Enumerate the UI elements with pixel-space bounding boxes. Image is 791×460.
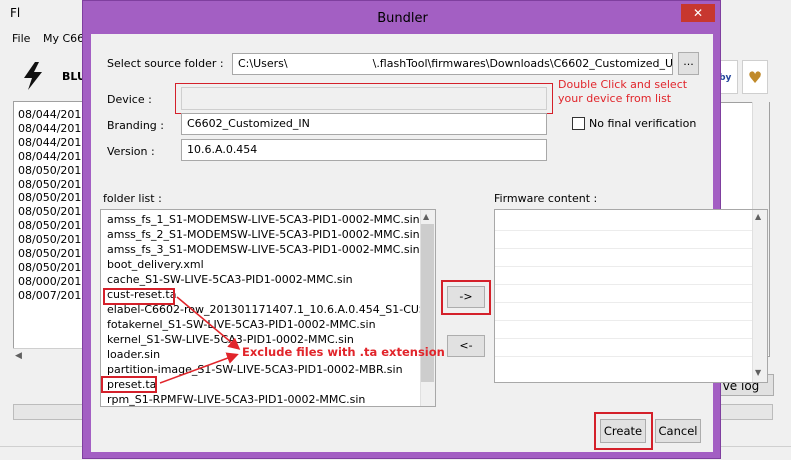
- folder-list-item[interactable]: amss_fs_1_S1-MODEMSW-LIVE-5CA3-PID1-0002…: [107, 213, 420, 227]
- firmware-content-label: Firmware content :: [494, 192, 598, 205]
- version-label: Version :: [107, 145, 155, 158]
- folder-list-item[interactable]: rpm_S1-RPMFW-LIVE-5CA3-PID1-0002-MMC.sin: [107, 393, 365, 406]
- firmware-content-box[interactable]: ▲ ▼: [494, 209, 768, 383]
- folder-list-item[interactable]: loader.sin: [107, 348, 160, 362]
- source-folder-input[interactable]: C:\Users\ \.flashTool\firmwares\Downloads…: [232, 53, 673, 75]
- source-folder-path-start: C:\Users\: [238, 57, 288, 70]
- dialog-title: Bundler: [377, 11, 428, 26]
- cancel-button[interactable]: Cancel: [655, 419, 701, 443]
- folder-list-item[interactable]: elabel-C6602-row_201301171407.1_10.6.A.0…: [107, 303, 435, 317]
- scroll-down-icon[interactable]: ▼: [755, 368, 761, 377]
- preset-highlight-box: [101, 376, 157, 393]
- menu-file[interactable]: File: [12, 32, 30, 45]
- heart-icon[interactable]: ♥: [742, 60, 768, 94]
- source-folder-path-end: \.flashTool\firmwares\Downloads\C6602_Cu…: [372, 57, 673, 70]
- folder-list-item[interactable]: amss_fs_2_S1-MODEMSW-LIVE-5CA3-PID1-0002…: [107, 228, 420, 242]
- cust-reset-highlight-box: [103, 288, 175, 305]
- folder-list-label: folder list :: [103, 192, 162, 205]
- device-label: Device :: [107, 93, 152, 106]
- move-right-highlight-box: [441, 280, 491, 315]
- exclude-annotation: Exclude files with .ta extension: [242, 345, 445, 359]
- no-final-verification-label: No final verification: [589, 117, 697, 130]
- scroll-left-icon[interactable]: ◀: [15, 351, 22, 361]
- folder-list-item[interactable]: partition-image_S1-SW-LIVE-5CA3-PID1-000…: [107, 363, 403, 377]
- version-input[interactable]: 10.6.A.0.454: [181, 139, 547, 161]
- device-highlight-box: [175, 83, 553, 114]
- scroll-up-icon[interactable]: ▲: [755, 212, 761, 221]
- scroll-up-icon[interactable]: ▲: [423, 212, 429, 221]
- folder-list-item[interactable]: amss_fs_3_S1-MODEMSW-LIVE-5CA3-PID1-0002…: [107, 243, 420, 257]
- lightning-icon[interactable]: [22, 62, 44, 90]
- move-left-button[interactable]: <-: [447, 335, 485, 357]
- close-button[interactable]: ✕: [681, 4, 715, 22]
- branding-label: Branding :: [107, 119, 164, 132]
- device-annotation-line1: Double Click and select: [558, 78, 688, 91]
- branding-input[interactable]: C6602_Customized_IN: [181, 113, 547, 135]
- folder-list-item[interactable]: fotakernel_S1-SW-LIVE-5CA3-PID1-0002-MMC…: [107, 318, 376, 332]
- menu-my-device[interactable]: My C66: [43, 32, 84, 45]
- folder-list-item[interactable]: cache_S1-SW-LIVE-5CA3-PID1-0002-MMC.sin: [107, 273, 353, 287]
- create-highlight-box: [594, 412, 653, 450]
- source-folder-label: Select source folder :: [107, 57, 224, 70]
- firmware-content-scrollbar[interactable]: [752, 210, 767, 382]
- device-annotation-line2: your device from list: [558, 92, 672, 105]
- no-final-verification-checkbox[interactable]: [572, 117, 585, 130]
- folder-list-item[interactable]: boot_delivery.xml: [107, 258, 204, 272]
- browse-button[interactable]: ...: [678, 52, 699, 75]
- main-window-title: Fl: [10, 6, 21, 20]
